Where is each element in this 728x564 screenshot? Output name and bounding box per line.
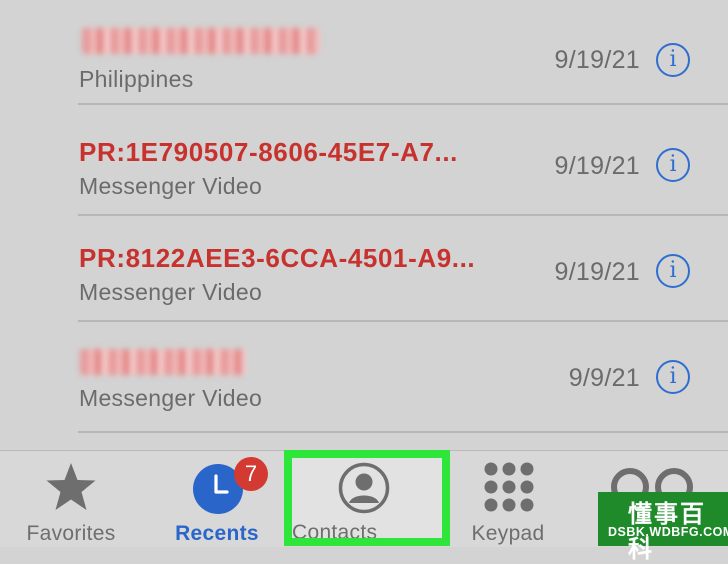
row-divider: [78, 431, 728, 433]
tab-recents[interactable]: 7 Recents: [146, 451, 288, 547]
row-divider: [78, 320, 728, 322]
tab-keypad[interactable]: Keypad: [440, 451, 576, 547]
call-subtitle: Philippines: [79, 66, 194, 92]
tab-label: Favorites: [26, 522, 116, 545]
call-date: 9/19/21: [554, 152, 640, 180]
info-icon[interactable]: i: [656, 43, 690, 77]
blurred-caller-name: [80, 349, 246, 375]
call-date: 9/19/21: [554, 46, 640, 74]
recent-call-row[interactable]: PR:8122AEE3-6CCA-4501-A9... Messenger Vi…: [0, 217, 728, 322]
info-icon[interactable]: i: [656, 148, 690, 182]
row-divider: [78, 214, 728, 216]
tab-favorites[interactable]: Favorites: [0, 451, 142, 547]
call-date: 9/19/21: [554, 258, 640, 286]
recents-list: Philippines 9/19/21 i PR:1E790507-8606-4…: [0, 0, 728, 450]
call-subtitle: Messenger Video: [79, 385, 263, 411]
call-subtitle: Messenger Video: [79, 279, 263, 305]
call-date: 9/9/21: [568, 364, 640, 392]
call-title: PR:8122AEE3-6CCA-4501-A9...: [79, 243, 476, 273]
recent-call-row[interactable]: Philippines 9/19/21 i: [0, 0, 728, 105]
recent-call-row[interactable]: Messenger Video 9/9/21 i: [0, 323, 728, 433]
info-icon[interactable]: i: [656, 360, 690, 394]
tab-label: Keypad: [471, 522, 545, 545]
call-title: PR:1E790507-8606-45E7-A7...: [79, 137, 458, 167]
highlight-box: [284, 450, 450, 546]
recent-call-row[interactable]: PR:1E790507-8606-45E7-A7... Messenger Vi…: [0, 111, 728, 216]
keypad-icon: [484, 462, 534, 512]
tab-label: Recents: [175, 522, 259, 545]
blurred-caller-name: [82, 28, 320, 54]
info-icon[interactable]: i: [656, 254, 690, 288]
call-subtitle: Messenger Video: [79, 173, 263, 199]
watermark-subtext: DSBK.WDBFG.COM: [608, 525, 728, 539]
recents-badge: 7: [234, 457, 268, 491]
row-divider: [78, 103, 728, 105]
star-icon: [46, 463, 96, 510]
